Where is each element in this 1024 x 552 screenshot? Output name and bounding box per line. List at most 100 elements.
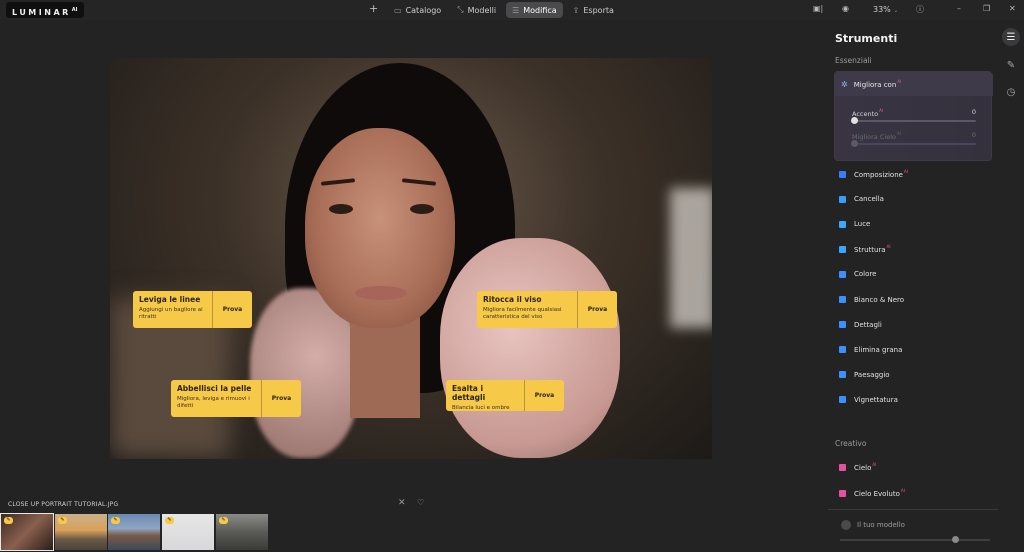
tools-panel: Strumenti Essenziali ✲ Migliora conAI Ac… (826, 20, 998, 552)
sky-enhance-knob[interactable] (851, 140, 858, 147)
tool-label-text: Paesaggio (854, 370, 890, 379)
tip-card-desc: Migliora facilmente qualsiasi caratteris… (483, 307, 562, 320)
brush-icon[interactable]: ✎ (1002, 56, 1020, 74)
thumbnail[interactable]: ✎ (0, 513, 54, 551)
panel-divider (828, 509, 998, 510)
tool-elimina-grana[interactable]: Elimina grana (839, 344, 902, 356)
tip-card-ritocca: Ritocca il viso Migliora facilmente qual… (477, 291, 617, 328)
accent-track[interactable] (852, 120, 976, 122)
tool-struttura[interactable]: StrutturaAI (839, 243, 891, 255)
ai-badge: AI (900, 488, 905, 493)
thumbnail[interactable]: ✎ (55, 514, 107, 550)
portrait-eye-left (329, 204, 353, 214)
tool-dettagli[interactable]: Dettagli (839, 319, 882, 331)
try-button[interactable]: Prova (212, 291, 252, 328)
accent-slider[interactable]: AccentoAI 0 (851, 108, 976, 124)
minimize-icon[interactable]: – (957, 4, 961, 13)
history-clock-icon[interactable]: ◷ (1002, 83, 1020, 101)
tool-colore[interactable]: Colore (839, 268, 876, 280)
tip-card-esalta: Esalta i dettagli Bilancia luci e ombre … (446, 380, 564, 411)
thumbnail[interactable]: ✎ (108, 514, 160, 550)
tool-paesaggio[interactable]: Paesaggio (839, 369, 890, 381)
sparkle-icon: ✲ (841, 79, 848, 89)
tool-label: Vignettatura (854, 396, 898, 404)
tip-card-title: Esalta i dettagli (452, 384, 486, 402)
accent-value: 0 (971, 108, 976, 116)
eye-icon[interactable]: ◉ (842, 4, 849, 13)
tool-icon (839, 463, 846, 471)
ai-badge: AI (897, 79, 902, 84)
close-window-icon[interactable]: ✕ (1009, 4, 1016, 13)
tool-cielo[interactable]: CieloAI (839, 461, 876, 473)
help-icon[interactable]: ⓘ (916, 4, 924, 15)
tool-label-text: Colore (854, 270, 877, 279)
tool-composizione[interactable]: ComposizioneAI (839, 168, 908, 180)
tool-label-text: Bianco & Nero (854, 295, 905, 304)
enhance-ai-title: Migliora conAI (854, 79, 901, 89)
tip-card-title: Abbellisci la pelle (177, 384, 252, 393)
logo-text: LUMINAR (12, 8, 71, 17)
tool-cancella[interactable]: Cancella (839, 193, 884, 205)
top-bar: LUMINARAI + ▭ Catalogo ⤡ Modelli ☰ Modif… (0, 0, 1024, 20)
tool-vignettatura[interactable]: Vignettatura (839, 394, 898, 406)
tab-catalogo[interactable]: ▭ Catalogo (388, 2, 447, 18)
sky-enhance-track[interactable] (852, 143, 976, 145)
zoom-select[interactable]: 33% ⌄ (873, 5, 898, 14)
tip-card-abbellisci: Abbellisci la pelle Migliora, leviga e r… (171, 380, 301, 417)
tip-card-desc: Bilancia luci e ombre (452, 405, 510, 411)
tool-label-text: Cancella (854, 195, 884, 204)
tab-modifica-label: Modifica (523, 5, 557, 15)
compare-icon[interactable]: ▣| (813, 4, 823, 13)
panel-title: Strumenti (835, 32, 898, 45)
tool-luce[interactable]: Luce (839, 218, 870, 230)
tool-icon (839, 396, 846, 404)
tool-label: CieloAI (854, 462, 876, 472)
reject-icon[interactable]: ✕ (398, 498, 406, 508)
tip-card-title: Ritocca il viso (483, 295, 542, 304)
tip-card-body: Abbellisci la pelle Migliora, leviga e r… (171, 380, 261, 417)
model-slider-knob[interactable] (952, 536, 959, 543)
your-model-row[interactable]: Il tuo modello (841, 520, 905, 530)
thumb-badge-icon: ✎ (219, 517, 228, 524)
restore-icon[interactable]: ❐ (983, 4, 990, 13)
try-button[interactable]: Prova (261, 380, 301, 417)
thumb-badge-icon: ✎ (111, 517, 120, 524)
ai-badge: AI (879, 108, 884, 113)
logo-ai: AI (71, 7, 78, 13)
tool-cielo-evoluto[interactable]: Cielo EvolutoAI (839, 487, 905, 499)
tab-esporta-label: Esporta (583, 5, 614, 15)
ai-badge: AI (872, 462, 877, 467)
favorite-icon[interactable]: ♡ (417, 498, 424, 507)
thumbnail[interactable]: ✎ (216, 514, 268, 550)
tip-card-title: Leviga le linee (139, 295, 201, 304)
try-button[interactable]: Prova (524, 380, 564, 411)
tab-esporta[interactable]: ⇪ Esporta (567, 2, 620, 18)
tool-label-text: Dettagli (854, 320, 882, 329)
plus-icon[interactable]: + (369, 2, 378, 15)
accent-knob[interactable] (851, 117, 858, 124)
model-toggle-icon[interactable] (841, 520, 851, 530)
enhance-ai-header[interactable]: ✲ Migliora conAI (835, 72, 993, 96)
tab-modelli[interactable]: ⤡ Modelli (451, 2, 502, 18)
tool-bianco-nero[interactable]: Bianco & Nero (839, 294, 904, 306)
try-button[interactable]: Prova (577, 291, 617, 328)
model-slider-track[interactable] (840, 539, 990, 541)
zoom-value: 33% (873, 5, 891, 14)
tool-label-text: Vignettatura (854, 395, 898, 404)
tool-label: ComposizioneAI (854, 169, 908, 179)
tools-sliders-icon[interactable]: ☰ (1002, 28, 1020, 46)
thumb-badge-icon: ✎ (165, 517, 174, 524)
tab-modifica[interactable]: ☰ Modifica (506, 2, 563, 18)
tool-icon (839, 296, 846, 303)
thumbnail[interactable]: ✎ (162, 514, 214, 550)
tool-label: Cielo EvolutoAI (854, 488, 905, 498)
tool-label: Elimina grana (854, 346, 902, 354)
enhance-ai-card: ✲ Migliora conAI AccentoAI 0 Migliora Ci… (834, 71, 993, 161)
creative-section-label: Creativo (835, 439, 867, 448)
tool-icon (839, 220, 846, 228)
tool-icon (839, 270, 846, 278)
sky-enhance-label-text: Migliora Cielo (852, 133, 896, 141)
sky-enhance-slider[interactable]: Migliora CieloAI 0 (851, 131, 976, 147)
your-model-label: Il tuo modello (857, 521, 905, 529)
ai-badge: AI (903, 169, 908, 174)
